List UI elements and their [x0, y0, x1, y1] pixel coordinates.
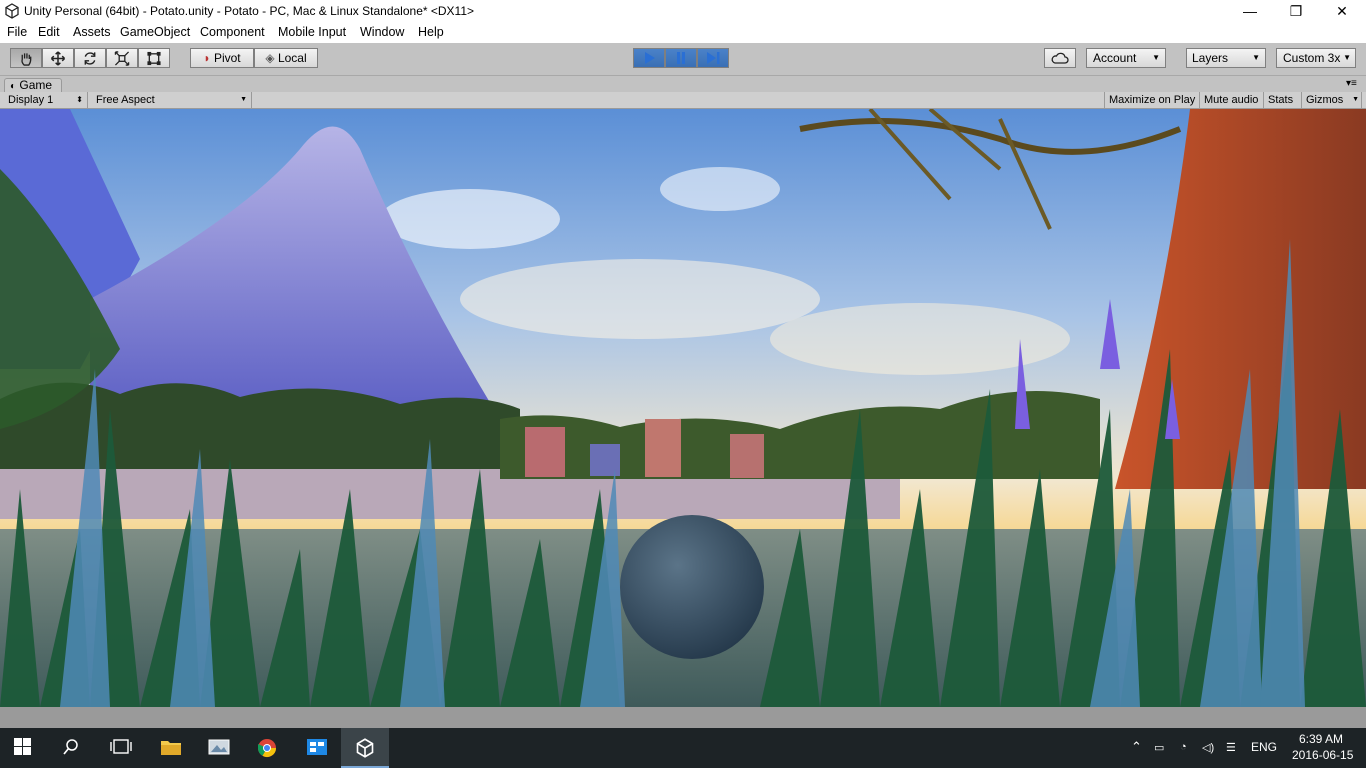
menu-mobile-input[interactable]: Mobile Input: [278, 25, 346, 39]
rect-transform-icon: [147, 51, 161, 66]
battery-icon[interactable]: ▭: [1154, 741, 1164, 754]
display-label: Display 1: [8, 94, 54, 106]
wifi-icon[interactable]: ◔: [1180, 741, 1187, 753]
windows-logo-icon: [14, 738, 31, 755]
panel-tab-strip: [0, 76, 1366, 92]
tab-game[interactable]: ◐ Game: [4, 78, 62, 93]
panel-menu-icon[interactable]: ▾≡: [1346, 78, 1357, 89]
action-center-icon[interactable]: ☰: [1226, 741, 1236, 754]
move-arrows-icon: [50, 51, 66, 66]
volume-icon[interactable]: ◁): [1202, 741, 1214, 754]
scale-icon: [114, 51, 130, 66]
menu-bar: File Edit Assets GameObject Component Mo…: [0, 22, 1366, 43]
aspect-dropdown[interactable]: Free Aspect ▼: [92, 92, 252, 108]
pause-button[interactable]: [665, 48, 697, 68]
collab-cloud-button[interactable]: [1044, 48, 1076, 68]
dropdown-arrow-icon: ▼: [1352, 96, 1359, 103]
editor-status-strip: [0, 707, 1366, 728]
pivot-toggle[interactable]: ◗ Pivot: [190, 48, 254, 68]
title-bar: Unity Personal (64bit) - Potato.unity - …: [0, 0, 1366, 22]
step-button[interactable]: [697, 48, 729, 68]
unity-logo-icon: [5, 3, 19, 19]
gizmos-label: Gizmos: [1306, 94, 1344, 106]
folder-icon: [161, 741, 181, 755]
main-toolbar: ◗ Pivot ◈ Local Account ▼ Layers ▼ Custo…: [0, 43, 1366, 76]
display-dropdown[interactable]: Display 1 ⬍: [4, 92, 88, 108]
maximize-on-play-toggle[interactable]: Maximize on Play: [1104, 92, 1200, 108]
task-view-icon: [110, 739, 132, 754]
move-tool-button[interactable]: [42, 48, 74, 68]
photos-button[interactable]: [194, 728, 242, 768]
play-button[interactable]: [633, 48, 665, 68]
rotate-icon: [84, 52, 96, 65]
game-controller-icon: ◐: [10, 81, 17, 92]
clock-date[interactable]: 2016-06-15: [1292, 748, 1353, 762]
aspect-label: Free Aspect: [96, 94, 155, 106]
game-control-bar: Display 1 ⬍ Free Aspect ▼ Maximize on Pl…: [0, 92, 1366, 109]
clock-time[interactable]: 6:39 AM: [1299, 732, 1343, 746]
show-hidden-icons-chevron-icon[interactable]: ⌃: [1131, 739, 1142, 755]
layout-dropdown[interactable]: Custom 3x ▼: [1276, 48, 1356, 68]
menu-assets[interactable]: Assets: [73, 25, 111, 39]
pivot-icon: ◗: [203, 51, 211, 65]
game-viewport[interactable]: [0, 109, 1366, 707]
pause-icon: [677, 52, 685, 64]
cloud-icon: [1051, 52, 1069, 64]
menu-edit[interactable]: Edit: [38, 25, 60, 39]
menu-file[interactable]: File: [7, 25, 27, 39]
language-indicator[interactable]: ENG: [1251, 740, 1277, 754]
start-button[interactable]: [0, 728, 48, 768]
layers-dropdown[interactable]: Layers ▼: [1186, 48, 1266, 68]
rotate-tool-button[interactable]: [74, 48, 106, 68]
local-label: Local: [277, 51, 307, 65]
search-icon: [63, 739, 78, 755]
chrome-icon: [258, 739, 276, 758]
stepper-arrow-icon: ⬍: [76, 95, 83, 104]
hand-tool-button[interactable]: [10, 48, 42, 68]
menu-help[interactable]: Help: [418, 25, 444, 39]
tab-game-label: Game: [19, 78, 53, 92]
dropdown-arrow-icon: ▼: [1343, 53, 1351, 62]
store-button[interactable]: [292, 728, 340, 768]
search-button[interactable]: [48, 728, 96, 768]
account-label: Account: [1093, 51, 1137, 65]
dropdown-arrow-icon: ▼: [1152, 53, 1160, 62]
account-dropdown[interactable]: Account ▼: [1086, 48, 1166, 68]
unity-logo-icon: [356, 738, 374, 758]
gizmos-dropdown[interactable]: Gizmos ▼: [1302, 92, 1362, 108]
local-toggle[interactable]: ◈ Local: [254, 48, 318, 68]
menu-window[interactable]: Window: [360, 25, 404, 39]
close-button[interactable]: ✕: [1319, 0, 1365, 22]
task-view-button[interactable]: [96, 728, 144, 768]
game-scene-image: [0, 109, 1366, 707]
file-explorer-button[interactable]: [146, 728, 194, 768]
mute-audio-toggle[interactable]: Mute audio: [1200, 92, 1264, 108]
local-cube-icon: ◈: [265, 51, 275, 65]
menu-gameobject[interactable]: GameObject: [120, 25, 190, 39]
pivot-label: Pivot: [213, 51, 241, 65]
unity-taskbar-button[interactable]: [341, 728, 389, 768]
dropdown-arrow-icon: ▼: [1252, 53, 1260, 62]
maximize-button[interactable]: ❐: [1273, 0, 1319, 22]
minimize-button[interactable]: —: [1227, 0, 1273, 22]
window-title: Unity Personal (64bit) - Potato.unity - …: [24, 4, 475, 18]
store-icon: [307, 739, 327, 755]
play-icon: [645, 52, 655, 64]
windows-taskbar: ⌃ ▭ ◔ ◁) ☰ ENG 6:39 AM 2016-06-15: [0, 728, 1366, 768]
menu-component[interactable]: Component: [200, 25, 265, 39]
layers-label: Layers: [1192, 51, 1229, 65]
rect-tool-button[interactable]: [138, 48, 170, 68]
photos-app-icon: [208, 739, 230, 755]
chrome-button[interactable]: [243, 728, 291, 768]
dropdown-arrow-icon: ▼: [240, 96, 247, 103]
step-icon: [707, 52, 720, 64]
stats-toggle[interactable]: Stats: [1264, 92, 1302, 108]
layout-label: Custom 3x: [1283, 51, 1341, 65]
hand-icon: [21, 53, 32, 66]
scale-tool-button[interactable]: [106, 48, 138, 68]
